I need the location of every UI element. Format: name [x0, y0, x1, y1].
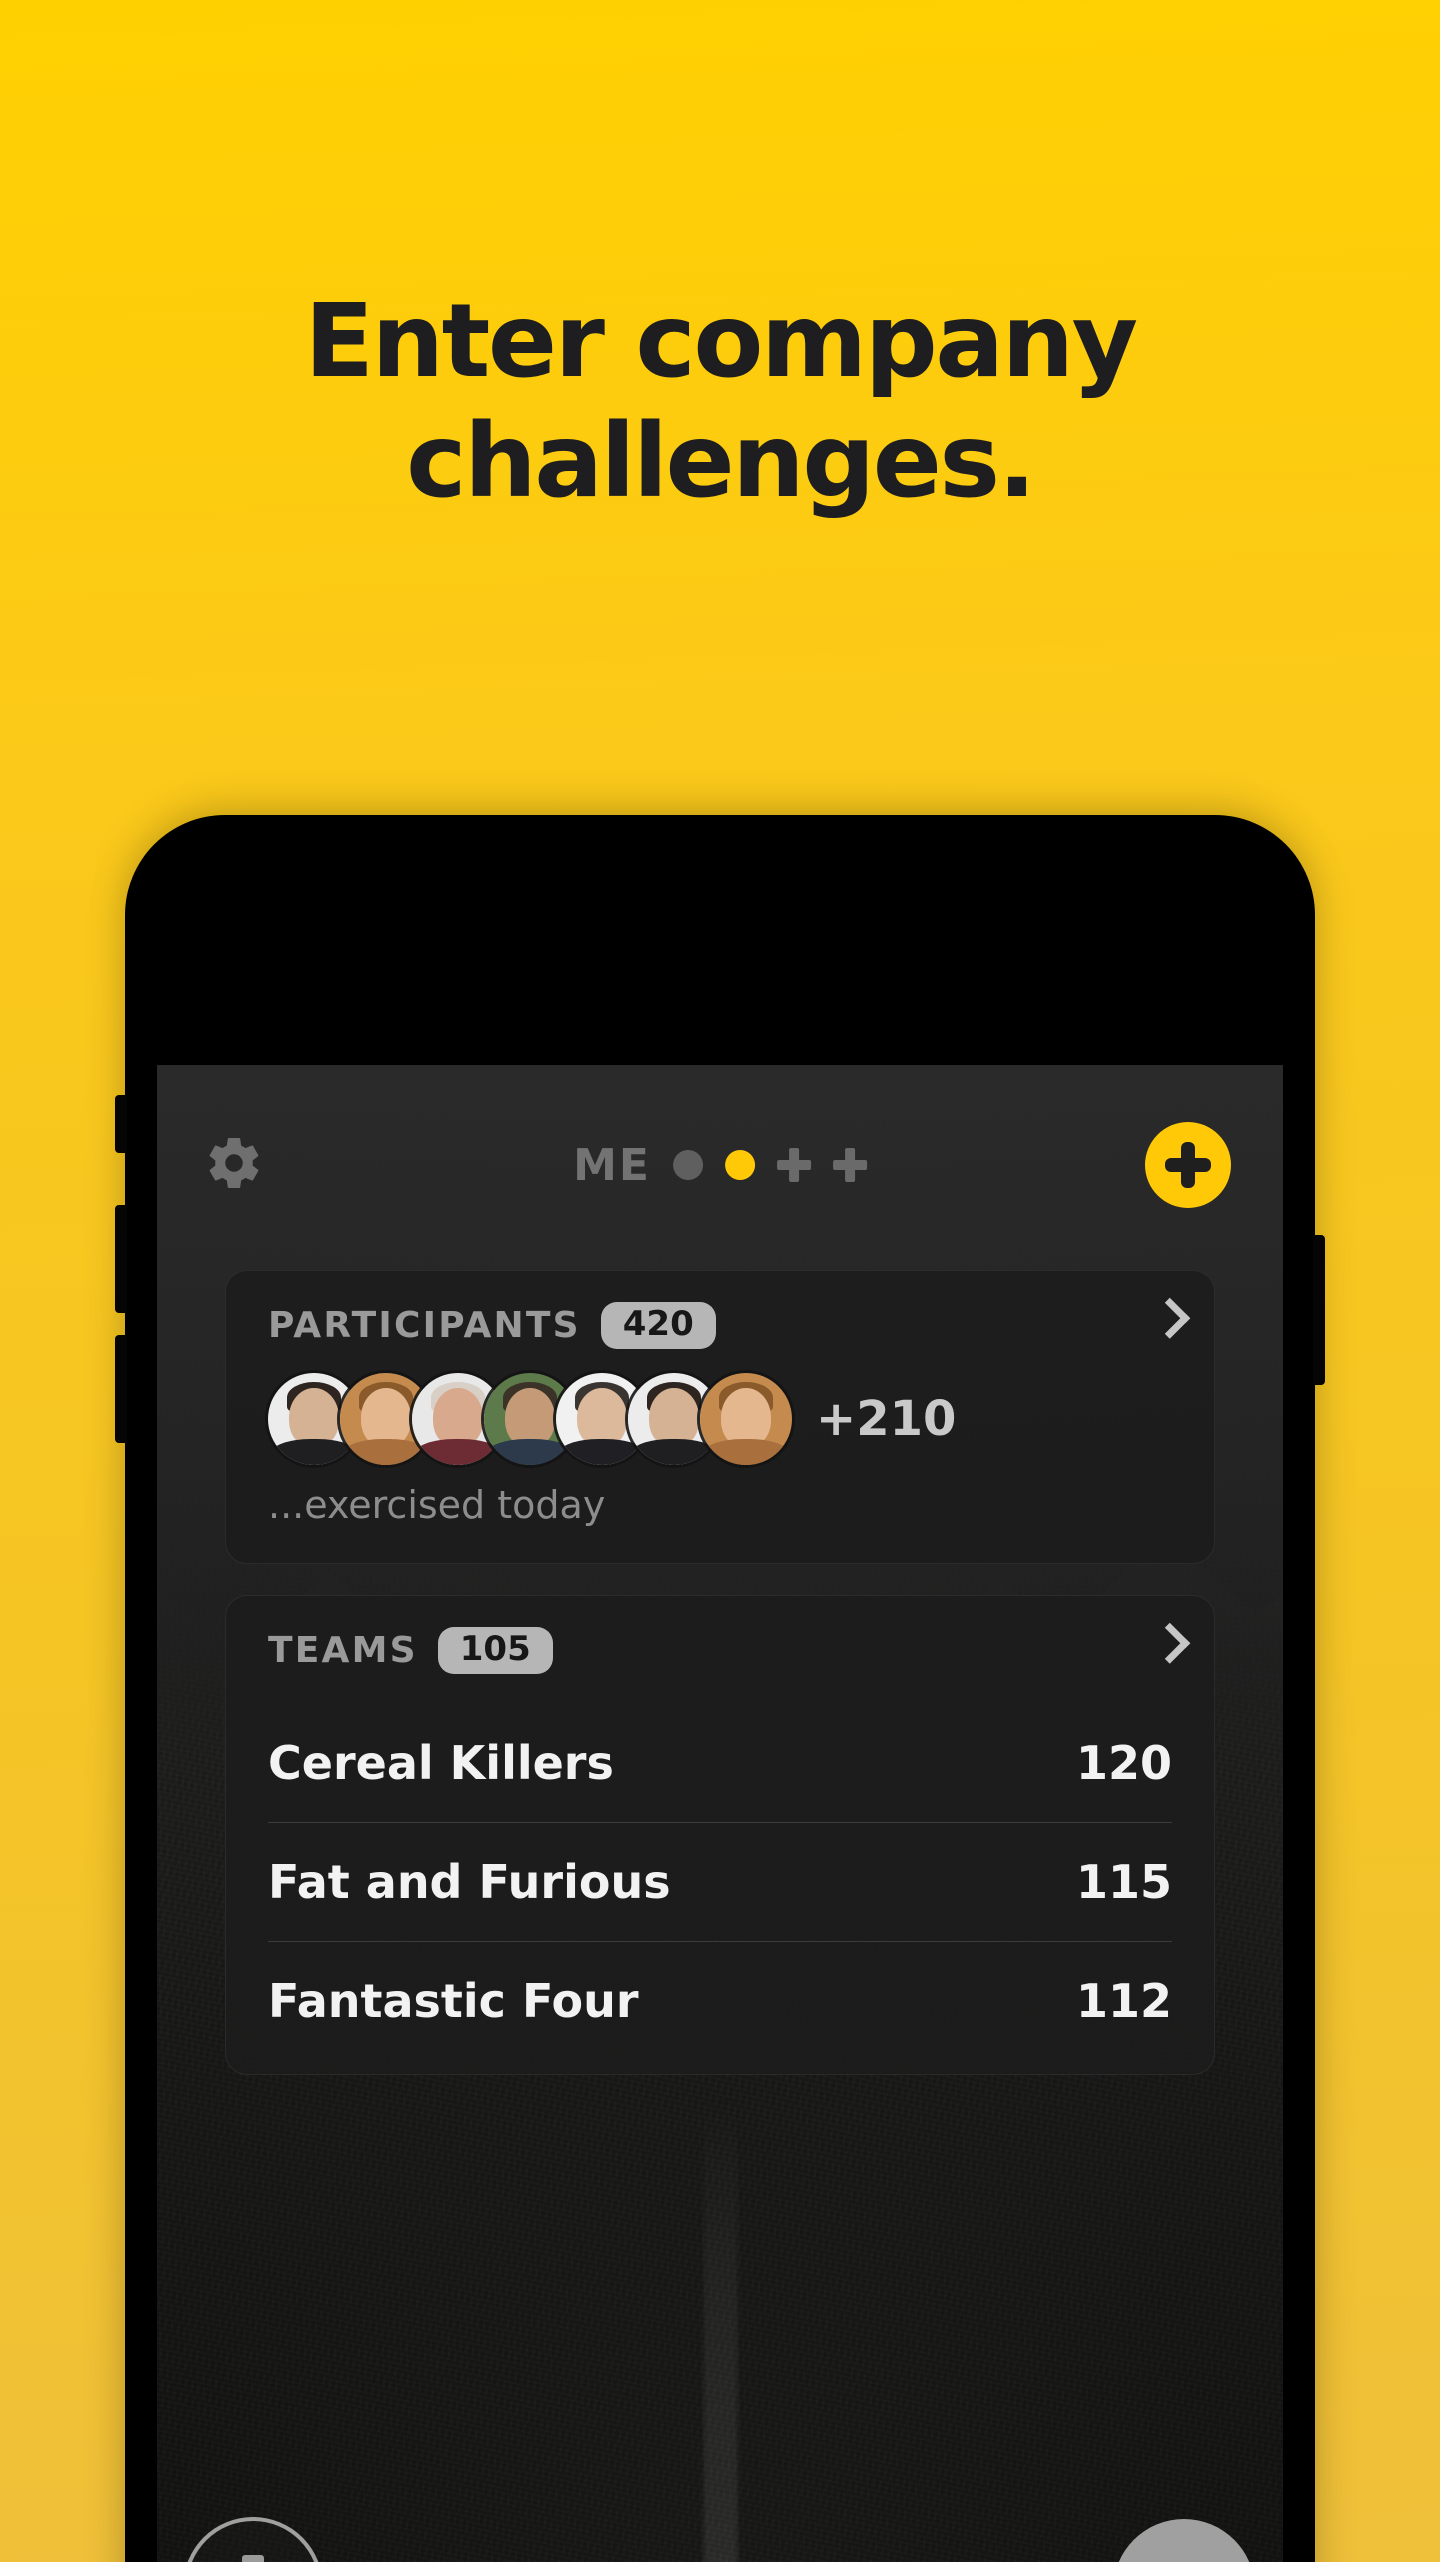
participant-avatars[interactable]: +210 — [268, 1373, 956, 1465]
nav-segment-group: ME — [573, 1140, 867, 1191]
add-challenge-button[interactable] — [1145, 1122, 1231, 1208]
app-navbar: ME — [157, 1105, 1283, 1225]
participants-card-header: PARTICIPANTS 420 — [226, 1271, 1214, 1379]
team-score: 112 — [1075, 1974, 1172, 2028]
phone-power-button[interactable] — [1313, 1235, 1325, 1385]
teams-card[interactable]: TEAMS 105 Cereal Killers 120 Fat and Fur… — [225, 1595, 1215, 2075]
gear-icon — [204, 1133, 264, 1198]
page-title: Enter company challenges. — [0, 282, 1440, 522]
participants-overflow-count: +210 — [816, 1391, 957, 1447]
nav-plus-1[interactable] — [776, 1148, 811, 1182]
table-row[interactable]: Cereal Killers 120 — [268, 1704, 1172, 1823]
team-score: 115 — [1075, 1855, 1172, 1909]
settings-button[interactable] — [202, 1133, 266, 1197]
team-name: Fat and Furious — [268, 1855, 671, 1909]
participants-title: PARTICIPANTS — [268, 1304, 581, 1346]
headline-line-2: challenges. — [406, 402, 1036, 522]
plus-icon — [1165, 1142, 1211, 1188]
record-bar — [242, 2555, 264, 2562]
teams-title: TEAMS — [268, 1629, 418, 1671]
participants-card[interactable]: PARTICIPANTS 420 +210 ...exercised today — [225, 1270, 1215, 1564]
chevron-right-icon[interactable] — [1149, 1622, 1191, 1664]
phone-screen: ME PARTICIPANTS 420 +210 ...exercised to… — [157, 1065, 1283, 2562]
phone-volume-down[interactable] — [115, 1335, 127, 1443]
team-name: Fantastic Four — [268, 1974, 639, 2028]
team-name: Cereal Killers — [268, 1736, 614, 1790]
promo-screenshot: Enter company challenges. ME PARTICIPANT… — [0, 0, 1440, 2562]
nav-dot-1[interactable] — [672, 1150, 703, 1180]
chevron-right-icon[interactable] — [1149, 1297, 1191, 1339]
nav-label-me[interactable]: ME — [573, 1140, 651, 1191]
table-row[interactable]: Fantastic Four 112 — [268, 1942, 1172, 2060]
nav-plus-2[interactable] — [832, 1148, 867, 1182]
road-center-line — [703, 2095, 738, 2562]
headline-line-1: Enter company — [304, 282, 1138, 401]
avatar[interactable] — [700, 1373, 792, 1465]
phone-volume-up[interactable] — [115, 1205, 127, 1313]
teams-leaderboard: Cereal Killers 120 Fat and Furious 115 F… — [226, 1704, 1214, 2060]
phone-mute-switch[interactable] — [115, 1095, 127, 1153]
teams-card-header: TEAMS 105 — [226, 1596, 1214, 1704]
teams-count-badge: 105 — [437, 1626, 553, 1674]
phone-mockup: ME PARTICIPANTS 420 +210 ...exercised to… — [115, 815, 1325, 2562]
table-row[interactable]: Fat and Furious 115 — [268, 1823, 1172, 1942]
nav-dot-2-active[interactable] — [724, 1150, 755, 1180]
team-score: 120 — [1075, 1736, 1172, 1790]
participants-caption: ...exercised today — [268, 1483, 606, 1527]
participants-count-badge: 420 — [600, 1301, 716, 1349]
